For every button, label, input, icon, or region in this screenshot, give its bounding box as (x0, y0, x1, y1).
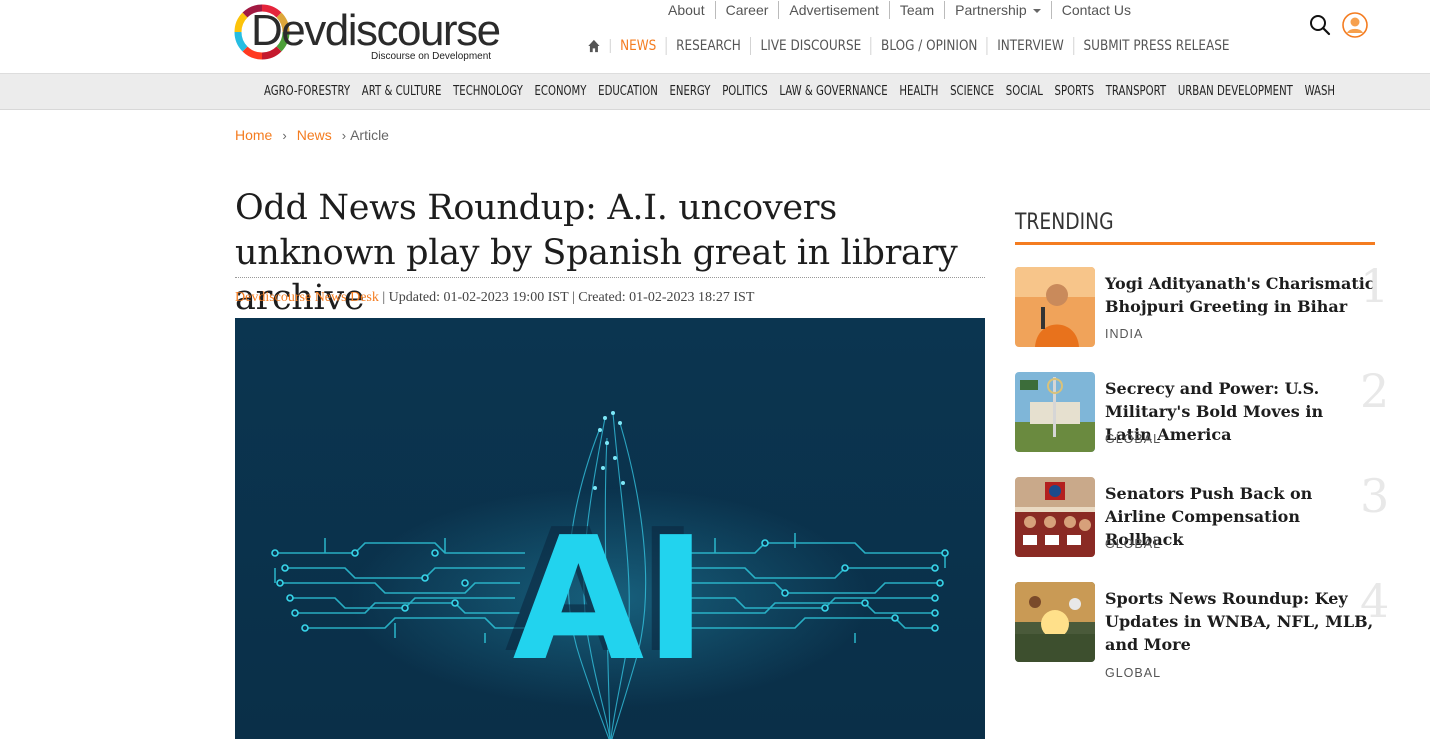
trending-tag[interactable]: GLOBAL (1105, 666, 1161, 680)
category-politics[interactable]: POLITICS (722, 84, 767, 99)
top-link-advertisement[interactable]: Advertisement (779, 1, 890, 19)
trending-divider (1015, 242, 1375, 245)
site-logo[interactable]: Devdiscourse Discourse on Development (234, 4, 501, 64)
trending-tag[interactable]: GLOBAL (1105, 537, 1161, 551)
nav-submit-press-release[interactable]: SUBMIT PRESS RELEASE (1074, 37, 1239, 55)
nav-interview[interactable]: INTERVIEW (988, 37, 1075, 55)
category-art-culture[interactable]: ART & CULTURE (362, 84, 442, 99)
top-links: About Career Advertisement Team Partners… (658, 0, 1141, 20)
category-education[interactable]: EDUCATION (598, 84, 658, 99)
trending-rank: 3 (1360, 469, 1390, 523)
breadcrumb: Home › News › Article (235, 127, 389, 143)
top-link-career[interactable]: Career (716, 1, 780, 19)
ai-letters-text: AI (513, 501, 708, 699)
article-byline: Devdiscourse News Desk | Updated: 01-02-… (235, 290, 754, 306)
trending-rank: 1 (1360, 259, 1390, 313)
trending-title[interactable]: Sports News Roundup: Key Updates in WNBA… (1105, 587, 1375, 656)
breadcrumb-home[interactable]: Home (235, 127, 272, 143)
category-economy[interactable]: ECONOMY (534, 84, 586, 99)
site-header: Devdiscourse Discourse on Development Ab… (0, 0, 1430, 73)
partnership-label: Partnership (955, 2, 1027, 18)
category-social[interactable]: SOCIAL (1006, 84, 1043, 99)
top-link-team[interactable]: Team (890, 1, 946, 19)
category-agro-forestry[interactable]: AGRO-FORESTRY (264, 84, 350, 99)
main-nav: NEWS RESEARCH LIVE DISCOURSE BLOG / OPIN… (578, 33, 1239, 59)
trending-thumbnail[interactable] (1015, 372, 1095, 452)
article-dates: | Updated: 01-02-2023 19:00 IST | Create… (378, 290, 755, 305)
category-sports[interactable]: SPORTS (1055, 84, 1094, 99)
search-icon[interactable] (1309, 14, 1331, 36)
trending-tag[interactable]: INDIA (1105, 327, 1143, 341)
author-link[interactable]: Devdiscourse News Desk (235, 290, 379, 305)
trending-thumbnail[interactable] (1015, 582, 1095, 662)
top-link-partnership[interactable]: Partnership (945, 1, 1052, 19)
trending-title[interactable]: Yogi Adityanath's Charismatic Bhojpuri G… (1105, 272, 1375, 318)
category-science[interactable]: SCIENCE (950, 84, 994, 99)
article-hero-image: AI AI (235, 318, 985, 739)
logo-wordmark: Devdiscourse (251, 6, 501, 55)
user-avatar-icon[interactable] (1342, 12, 1368, 38)
ai-letters: AI AI (505, 493, 708, 699)
trending-thumbnail[interactable] (1015, 477, 1095, 557)
category-wash[interactable]: WASH (1305, 84, 1335, 99)
ai-circuit-illustration: AI AI (235, 318, 985, 739)
trending-heading: TRENDING (1015, 210, 1114, 235)
category-law-governance[interactable]: LAW & GOVERNANCE (779, 84, 887, 99)
nav-home[interactable] (578, 39, 611, 53)
breadcrumb-separator: › (341, 127, 347, 143)
category-list: AGRO-FORESTRY ART & CULTURE TECHNOLOGY E… (264, 74, 1347, 109)
trending-rank: 2 (1360, 364, 1390, 418)
title-divider (235, 277, 985, 278)
nav-live-discourse[interactable]: LIVE DISCOURSE (751, 37, 872, 55)
category-urban-development[interactable]: URBAN DEVELOPMENT (1178, 84, 1293, 99)
logo-tagline: Discourse on Development (371, 51, 492, 62)
category-bar: AGRO-FORESTRY ART & CULTURE TECHNOLOGY E… (0, 73, 1430, 110)
category-health[interactable]: HEALTH (899, 84, 938, 99)
category-technology[interactable]: TECHNOLOGY (453, 84, 523, 99)
trending-rank: 4 (1360, 574, 1390, 628)
top-link-about[interactable]: About (658, 1, 716, 19)
breadcrumb-news[interactable]: News (297, 127, 332, 143)
breadcrumb-separator: › (282, 127, 287, 143)
nav-news[interactable]: NEWS (611, 37, 667, 55)
category-transport[interactable]: TRANSPORT (1106, 84, 1166, 99)
home-icon (588, 39, 600, 53)
top-link-contact[interactable]: Contact Us (1052, 1, 1141, 19)
caret-down-icon (1032, 9, 1041, 14)
breadcrumb-current: Article (350, 127, 389, 143)
trending-thumbnail[interactable] (1015, 267, 1095, 347)
nav-blog-opinion[interactable]: BLOG / OPINION (872, 37, 988, 55)
nav-research[interactable]: RESEARCH (667, 37, 752, 55)
trending-tag[interactable]: GLOBAL (1105, 432, 1161, 446)
category-energy[interactable]: ENERGY (669, 84, 710, 99)
